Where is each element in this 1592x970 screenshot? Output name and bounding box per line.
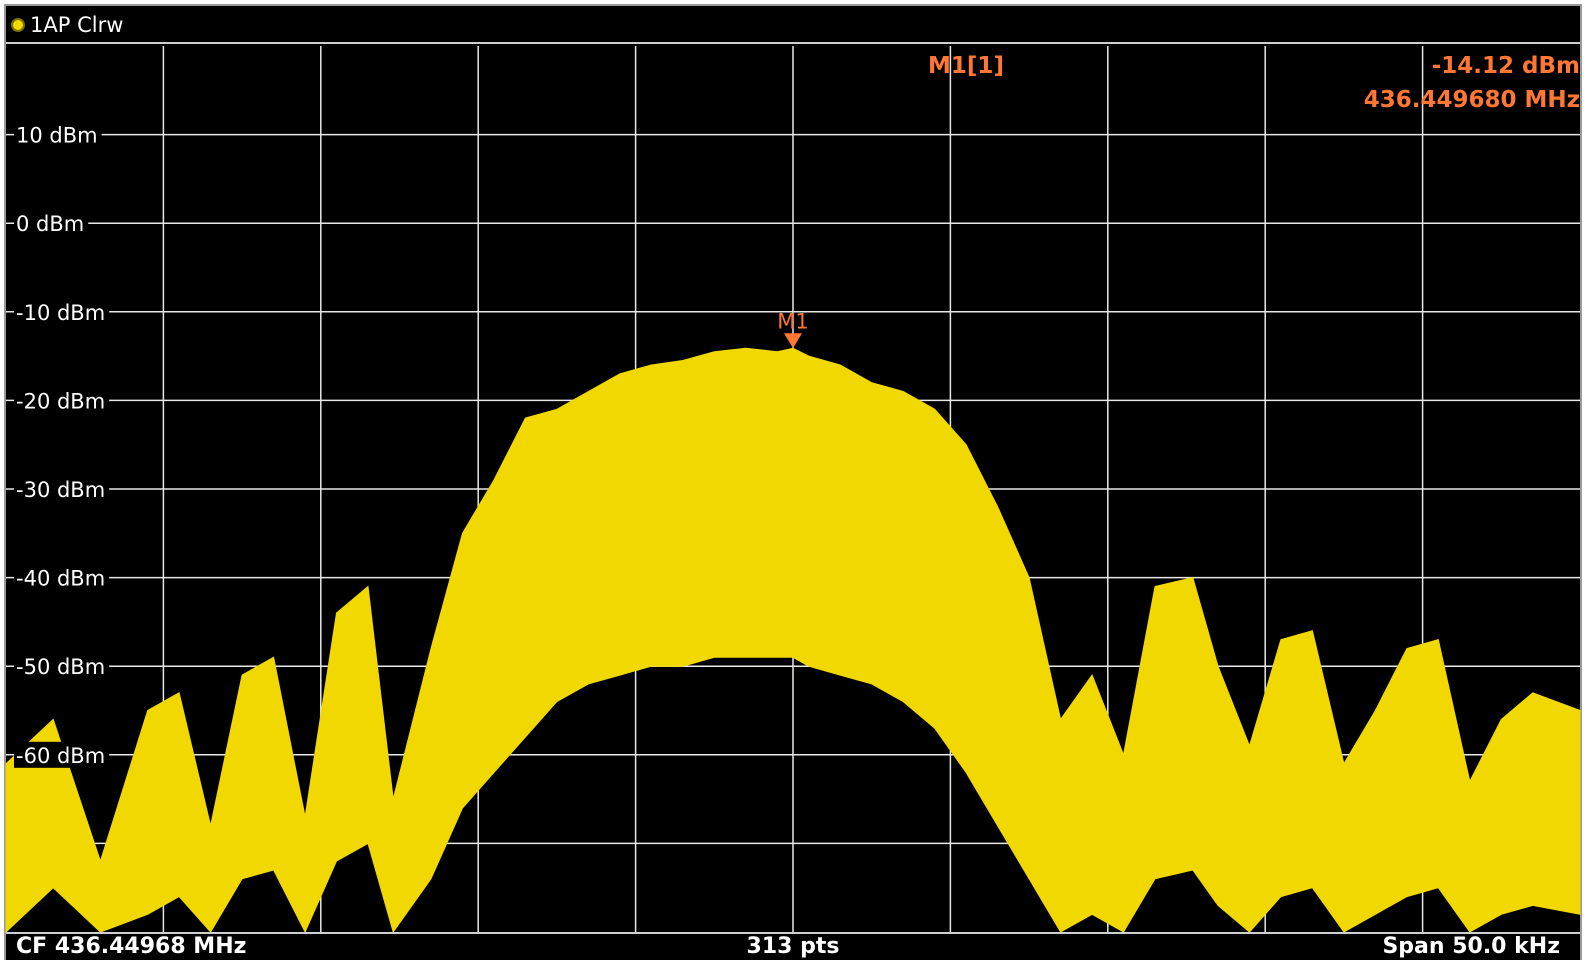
y-tick-label: -40 dBm — [16, 567, 105, 591]
y-tick-label: -10 dBm — [16, 301, 105, 325]
trace-title: 1AP Clrw — [30, 13, 124, 37]
trace-title-bar: 1AP Clrw — [6, 6, 1580, 44]
marker-readout-name: M1[1] — [928, 53, 1004, 79]
y-axis-labels: 10 dBm 0 dBm -10 dBm -20 dBm -30 dBm -40 dBm -… — [14, 121, 110, 768]
marker-readout-frequency: 436.449680 MHz — [1364, 87, 1580, 113]
y-tick-label: -20 dBm — [16, 389, 105, 413]
status-bar: CF 436.44968 MHz 313 pts Span 50.0 kHz — [6, 932, 1580, 960]
frequency-span[interactable]: Span 50.0 kHz — [1382, 935, 1560, 959]
y-tick-label: -60 dBm — [16, 744, 105, 768]
y-tick-label: -30 dBm — [16, 478, 105, 502]
marker-m1-icon[interactable] — [784, 333, 802, 349]
marker-readout-level: -14.12 dBm — [1432, 53, 1580, 79]
spectrum-plot: 10 dBm 0 dBm -10 dBm -20 dBm -30 dBm -40 dBm -… — [5, 46, 1581, 934]
y-tick-label: -50 dBm — [16, 655, 105, 679]
marker-m1-label: M1 — [777, 309, 808, 333]
trace-indicator-icon[interactable] — [11, 18, 25, 32]
markers: M1 — [777, 309, 809, 349]
y-tick-label: 10 dBm — [16, 124, 98, 148]
y-tick-label: 0 dBm — [16, 212, 84, 236]
sweep-points[interactable]: 313 pts — [6, 935, 1580, 959]
